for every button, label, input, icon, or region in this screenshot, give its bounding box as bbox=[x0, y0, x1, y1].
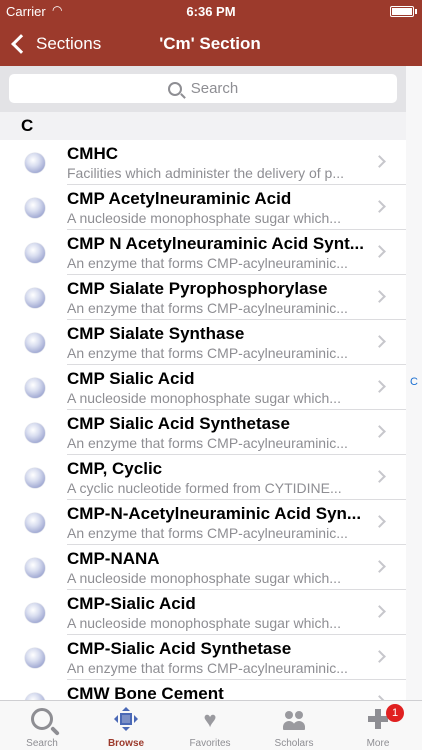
tab-label: More bbox=[366, 738, 390, 749]
list-item[interactable]: CMHC Facilities which administer the del… bbox=[0, 140, 406, 185]
bullet-icon bbox=[25, 513, 45, 533]
list-item[interactable]: CMP Sialate Pyrophosphorylase An enzyme … bbox=[0, 275, 406, 320]
item-subtitle: A nucleoside monophosphate sugar which..… bbox=[67, 570, 341, 586]
bullet-icon bbox=[25, 558, 45, 578]
item-subtitle: A nucleoside monophosphate sugar which..… bbox=[67, 615, 341, 631]
item-title: CMP, Cyclic bbox=[67, 459, 163, 478]
list-item[interactable]: CMP Sialic Acid A nucleoside monophospha… bbox=[0, 365, 406, 410]
back-button-label: Sections bbox=[36, 34, 102, 53]
tab-label: Scholars bbox=[274, 738, 314, 749]
item-subtitle: A nucleoside monophosphate sugar which..… bbox=[67, 390, 341, 406]
tab-favorites[interactable]: ♥ Favorites bbox=[168, 701, 252, 751]
status-time: 6:36 PM bbox=[186, 4, 236, 19]
scholars-icon bbox=[282, 707, 306, 731]
item-subtitle: An enzyme that forms CMP-acylneuraminic.… bbox=[67, 255, 348, 271]
bullet-icon bbox=[25, 468, 45, 488]
chevron-right-icon bbox=[373, 155, 386, 168]
search-icon bbox=[167, 81, 182, 96]
heart-icon: ♥ bbox=[203, 707, 217, 732]
item-subtitle: An enzyme that forms CMP-acylneuraminic.… bbox=[67, 345, 348, 361]
list-item[interactable]: CMP-Sialic Acid A nucleoside monophospha… bbox=[0, 590, 406, 635]
list-item[interactable]: CMP N Acetylneuraminic Acid Synt... An e… bbox=[0, 230, 406, 275]
tab-label: Favorites bbox=[189, 738, 231, 749]
item-subtitle: An enzyme that forms CMP-acylneuraminic.… bbox=[67, 435, 348, 451]
search-bar: Search bbox=[0, 66, 406, 112]
list-item[interactable]: CMP-NANA A nucleoside monophosphate suga… bbox=[0, 545, 406, 590]
index-letter[interactable]: C bbox=[406, 376, 422, 388]
list-item[interactable]: CMP, Cyclic A cyclic nucleotide formed f… bbox=[0, 455, 406, 500]
item-title: CMHC bbox=[67, 144, 118, 163]
item-title: CMP-Sialic Acid bbox=[67, 594, 196, 613]
bullet-icon bbox=[25, 198, 45, 218]
bullet-icon bbox=[25, 288, 45, 308]
list-item[interactable]: CMP Sialate Synthase An enzyme that form… bbox=[0, 320, 406, 365]
page-title: 'Cm' Section bbox=[159, 34, 261, 53]
list-item[interactable]: CMP-N-Acetylneuraminic Acid Syn... An en… bbox=[0, 500, 406, 545]
tab-more[interactable]: More bbox=[336, 701, 420, 751]
chevron-right-icon bbox=[373, 200, 386, 213]
list-item[interactable]: CMW Bone Cement bbox=[0, 680, 406, 700]
tab-label: Browse bbox=[107, 738, 145, 749]
chevron-right-icon bbox=[373, 380, 386, 393]
list-item[interactable]: CMP Acetylneuraminic Acid A nucleoside m… bbox=[0, 185, 406, 230]
item-title: CMP Sialic Acid Synthetase bbox=[67, 414, 290, 433]
item-subtitle: A cyclic nucleotide formed from CYTIDINE… bbox=[67, 480, 342, 496]
status-bar: Carrier ◠ 6:36 PM bbox=[0, 0, 422, 22]
search-icon bbox=[30, 707, 54, 731]
bullet-icon bbox=[25, 243, 45, 263]
bullet-icon bbox=[25, 378, 45, 398]
battery-icon bbox=[390, 6, 417, 17]
bullet-icon bbox=[25, 423, 45, 443]
chevron-right-icon bbox=[373, 515, 386, 528]
notification-badge: 1 bbox=[386, 704, 404, 722]
section-index[interactable]: C bbox=[406, 66, 422, 700]
chevron-right-icon bbox=[373, 425, 386, 438]
chevron-right-icon bbox=[373, 335, 386, 348]
tab-search[interactable]: Search bbox=[0, 701, 84, 751]
chevron-right-icon bbox=[373, 470, 386, 483]
bullet-icon bbox=[25, 648, 45, 668]
chevron-right-icon bbox=[373, 605, 386, 618]
bullet-icon bbox=[25, 153, 45, 173]
chevron-right-icon bbox=[373, 560, 386, 573]
back-button[interactable]: Sections bbox=[10, 32, 101, 56]
chevron-right-icon bbox=[373, 290, 386, 303]
bullet-icon bbox=[25, 333, 45, 353]
list-item[interactable]: CMP-Sialic Acid Synthetase An enzyme tha… bbox=[0, 635, 406, 680]
item-title: CMP Sialate Pyrophosphorylase bbox=[67, 279, 328, 298]
tab-bar: Search Browse ♥ Favorites Scholars More … bbox=[0, 700, 422, 750]
item-title: CMP Sialic Acid bbox=[67, 369, 195, 388]
item-title: CMP-N-Acetylneuraminic Acid Syn... bbox=[67, 504, 362, 523]
item-subtitle: An enzyme that forms CMP-acylneuraminic.… bbox=[67, 660, 348, 676]
section-header: C bbox=[0, 112, 406, 140]
chevron-right-icon bbox=[373, 245, 386, 258]
list-item[interactable]: CMP Sialic Acid Synthetase An enzyme tha… bbox=[0, 410, 406, 455]
item-title: CMP-NANA bbox=[67, 549, 160, 568]
chevron-right-icon bbox=[373, 650, 386, 663]
item-title: CMP Sialate Synthase bbox=[67, 324, 245, 343]
top-bar: Carrier ◠ 6:36 PM Sections 'Cm' Section bbox=[0, 0, 422, 66]
item-subtitle: A nucleoside monophosphate sugar which..… bbox=[67, 210, 341, 226]
search-input[interactable]: Search bbox=[9, 74, 397, 103]
chevron-left-icon bbox=[11, 34, 31, 54]
browse-icon bbox=[114, 707, 138, 731]
item-title: CMP N Acetylneuraminic Acid Synt... bbox=[67, 234, 364, 253]
item-subtitle: An enzyme that forms CMP-acylneuraminic.… bbox=[67, 300, 348, 316]
navigation-bar: Sections 'Cm' Section bbox=[0, 22, 422, 66]
bullet-icon bbox=[25, 693, 45, 700]
item-subtitle: An enzyme that forms CMP-acylneuraminic.… bbox=[67, 525, 348, 541]
item-title: CMW Bone Cement bbox=[67, 684, 224, 700]
search-placeholder: Search bbox=[190, 80, 239, 97]
tab-label: Search bbox=[26, 738, 58, 749]
tab-scholars[interactable]: Scholars bbox=[252, 701, 336, 751]
tab-browse[interactable]: Browse bbox=[84, 701, 168, 751]
item-title: CMP-Sialic Acid Synthetase bbox=[67, 639, 292, 658]
item-subtitle: Facilities which administer the delivery… bbox=[67, 165, 344, 181]
item-title: CMP Acetylneuraminic Acid bbox=[67, 189, 292, 208]
term-list[interactable]: CMHC Facilities which administer the del… bbox=[0, 140, 406, 700]
bullet-icon bbox=[25, 603, 45, 623]
